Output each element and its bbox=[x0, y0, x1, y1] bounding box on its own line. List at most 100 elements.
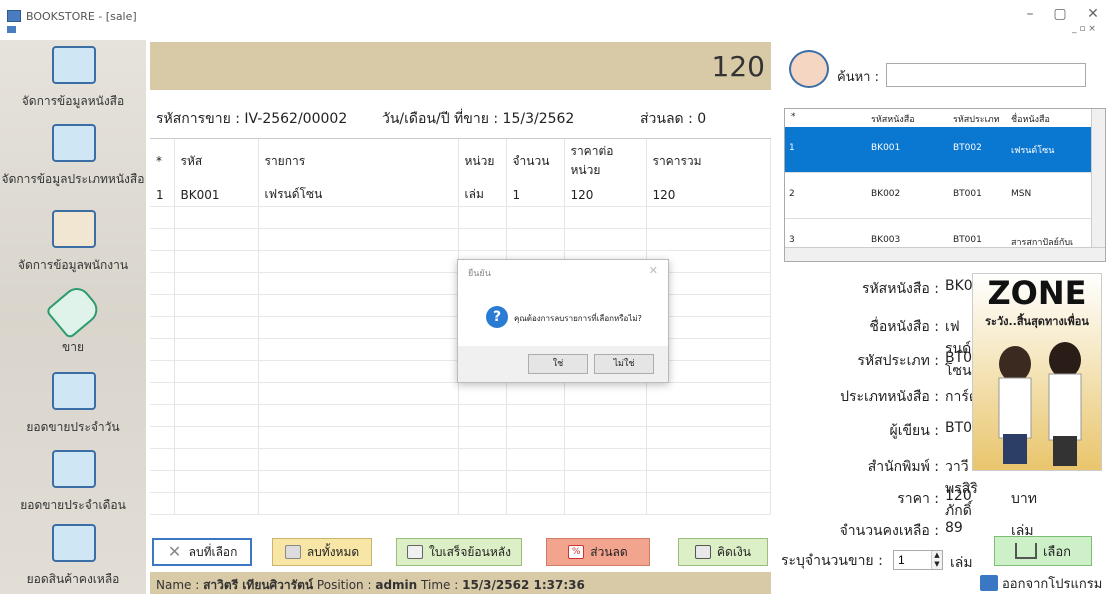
vertical-scrollbar[interactable] bbox=[1091, 109, 1105, 249]
sidebar-item-monthly-sales[interactable]: ยอดขายประจำเดือน bbox=[0, 444, 146, 520]
column-header[interactable]: รหัส bbox=[174, 139, 259, 183]
book-row[interactable]: 1 BK001 BT002 เฟรนด์โซน bbox=[785, 127, 1093, 173]
detail-book-id: รหัสหนังสือ : BK001 bbox=[779, 278, 991, 298]
percent-icon: % bbox=[568, 545, 585, 559]
column-header[interactable]: รหัสหนังสือ bbox=[871, 112, 915, 126]
empty-row bbox=[150, 448, 771, 471]
title-bar: BOOKSTORE - [sale] – ▢ ✕ _ ▫ × bbox=[0, 0, 1114, 34]
empty-row bbox=[150, 228, 771, 251]
grid-header-row: * รหัส รายการ หน่วย จำนวน ราคาต่อหน่วย ร… bbox=[150, 139, 771, 183]
delete-all-label: ลบทั้งหมด bbox=[306, 544, 360, 559]
table-cell: เฟรนด์โซน bbox=[258, 183, 459, 207]
sale-info-row: รหัสการขาย : IV-2562/00002 วัน/เดือน/ปี … bbox=[150, 104, 771, 128]
quantity-stepper[interactable]: ▲ ▼ bbox=[931, 551, 942, 569]
inventory-calendar-icon bbox=[52, 524, 96, 562]
delete-all-button[interactable]: ลบทั้งหมด bbox=[272, 538, 372, 566]
app-icon bbox=[7, 10, 21, 22]
delete-selected-button[interactable]: ✕ ลบที่เลือก bbox=[152, 538, 252, 566]
exit-program-button[interactable]: ออกจากโปรแกรม bbox=[980, 572, 1114, 594]
monthly-money-icon bbox=[52, 450, 96, 488]
checkout-button[interactable]: คิดเงิน bbox=[678, 538, 768, 566]
search-panel: ค้นหา : bbox=[779, 44, 1114, 102]
table-cell: BK001 bbox=[174, 183, 259, 207]
table-cell: เล่ม bbox=[458, 183, 507, 207]
detail-label: สำนักพิมพ์ : bbox=[867, 459, 939, 475]
dialog-footer: ใช่ ไม่ใช่ bbox=[458, 346, 668, 382]
column-header[interactable]: ราคารวม bbox=[646, 139, 771, 183]
column-header[interactable]: ราคาต่อหน่วย bbox=[564, 139, 647, 183]
dialog-no-button[interactable]: ไม่ใช่ bbox=[594, 354, 654, 374]
book-edit-icon bbox=[52, 46, 96, 84]
sidebar-item-sale[interactable]: ขาย bbox=[0, 282, 146, 362]
sidebar-item-label: ขาย bbox=[62, 340, 84, 354]
detail-label: ผู้เขียน : bbox=[889, 423, 940, 439]
book-row[interactable]: 2 BK002 BT001 MSN bbox=[785, 173, 1093, 219]
dialog-message: คุณต้องการลบรายการที่เลือกหรือไม่? bbox=[514, 314, 642, 323]
reader-search-icon bbox=[789, 50, 829, 88]
maximize-button[interactable]: ▢ bbox=[1045, 6, 1075, 22]
column-header[interactable]: หน่วย bbox=[458, 139, 507, 183]
select-book-button[interactable]: เลือก bbox=[994, 536, 1092, 566]
empty-row bbox=[150, 206, 771, 229]
column-header[interactable]: จำนวน bbox=[506, 139, 565, 183]
book-list-grid[interactable]: * รหัสหนังสือ รหัสประเภท ชื่อหนังสือ 1 B… bbox=[784, 108, 1106, 262]
quantity-unit: เล่ม bbox=[950, 555, 973, 571]
exit-label: ออกจากโปรแกรม bbox=[1002, 576, 1103, 592]
receipt-history-button[interactable]: ใบเสร็จย้อนหลัง bbox=[396, 538, 522, 566]
column-header[interactable]: * bbox=[150, 139, 175, 183]
sidebar-item-manage-book-types[interactable]: จัดการข้อมูลประเภทหนังสือ bbox=[0, 118, 146, 194]
sidebar-item-label: ยอดขายประจำวัน bbox=[26, 420, 120, 434]
question-icon: ? bbox=[486, 306, 508, 328]
user-position: admin bbox=[375, 578, 418, 592]
detail-label: ราคา : bbox=[897, 491, 939, 507]
column-header[interactable]: * bbox=[791, 112, 796, 122]
close-button[interactable]: ✕ bbox=[1078, 6, 1108, 22]
detail-label: ประเภทหนังสือ : bbox=[840, 389, 939, 405]
mdi-controls[interactable]: _ ▫ × bbox=[1072, 24, 1096, 34]
position-label: Position : bbox=[316, 578, 372, 592]
horizontal-scrollbar[interactable] bbox=[785, 247, 1105, 261]
book-grid-header: * รหัสหนังสือ รหัสประเภท ชื่อหนังสือ bbox=[785, 109, 1105, 127]
minimize-button[interactable]: – bbox=[1015, 6, 1045, 22]
cash-register-icon bbox=[695, 545, 711, 559]
empty-row bbox=[150, 492, 771, 515]
quantity-row: ระบุจำนวนขาย : bbox=[779, 550, 889, 570]
column-header[interactable]: รหัสประเภท bbox=[953, 112, 1000, 126]
table-cell: 1 bbox=[506, 183, 565, 207]
table-cell: 1 bbox=[150, 183, 175, 207]
status-bar: Name : สาวิตรี เทียนศิวารัตน์ Position :… bbox=[150, 572, 771, 594]
sidebar-item-label: ยอดขายประจำเดือน bbox=[20, 498, 126, 512]
sidebar-item-label: จัดการข้อมูลประเภทหนังสือ bbox=[1, 172, 145, 186]
search-input[interactable] bbox=[886, 63, 1086, 87]
sidebar-item-manage-employees[interactable]: จัดการข้อมูลพนักงาน bbox=[0, 204, 146, 280]
column-header[interactable]: รายการ bbox=[258, 139, 459, 183]
dialog-close-button[interactable]: ✕ bbox=[649, 264, 658, 277]
table-cell: 120 bbox=[646, 183, 771, 207]
table-row[interactable]: 1 BK001 เฟรนด์โซน เล่ม 1 120 120 bbox=[150, 183, 771, 207]
confirm-dialog: ยืนยัน ✕ ? คุณต้องการลบรายการที่เลือกหรื… bbox=[457, 259, 669, 383]
column-header[interactable]: ชื่อหนังสือ bbox=[1011, 112, 1050, 126]
dialog-yes-button[interactable]: ใช่ bbox=[528, 354, 588, 374]
sidebar-item-inventory[interactable]: ยอดสินค้าคงเหลือ bbox=[0, 518, 146, 594]
x-mark-icon: ✕ bbox=[167, 542, 182, 561]
detail-type-name: ประเภทหนังสือ : การ์ตูน bbox=[779, 386, 987, 406]
book-cell: BT001 bbox=[953, 189, 982, 199]
discount-button[interactable]: % ส่วนลด bbox=[546, 538, 650, 566]
book-cell: BK001 bbox=[871, 143, 901, 153]
discount-value: ส่วนลด : 0 bbox=[640, 111, 707, 127]
delete-selected-label: ลบที่เลือก bbox=[188, 544, 238, 559]
mdi-child-icon bbox=[7, 26, 16, 33]
name-label: Name : bbox=[156, 578, 200, 592]
book-cover-image: ZONE ระวัง..สิ้นสุดทางเพื่อน bbox=[972, 273, 1102, 471]
invoice-number: รหัสการขาย : IV-2562/00002 bbox=[156, 111, 348, 127]
detail-author: ผู้เขียน : BT002 bbox=[779, 420, 990, 440]
detail-value: 89 bbox=[945, 520, 963, 536]
sidebar-item-manage-books[interactable]: จัดการข้อมูลหนังสือ bbox=[0, 40, 146, 116]
receipt-history-label: ใบเสร็จย้อนหลัง bbox=[429, 544, 511, 559]
book-cell: 3 bbox=[789, 235, 795, 245]
sidebar-item-daily-sales[interactable]: ยอดขายประจำวัน bbox=[0, 366, 146, 442]
book-cell: BK002 bbox=[871, 189, 901, 199]
book-cell: เฟรนด์โซน bbox=[1011, 146, 1055, 156]
detail-label: จำนวนคงเหลือ : bbox=[839, 523, 939, 539]
sidebar-item-label: จัดการข้อมูลพนักงาน bbox=[17, 258, 129, 272]
